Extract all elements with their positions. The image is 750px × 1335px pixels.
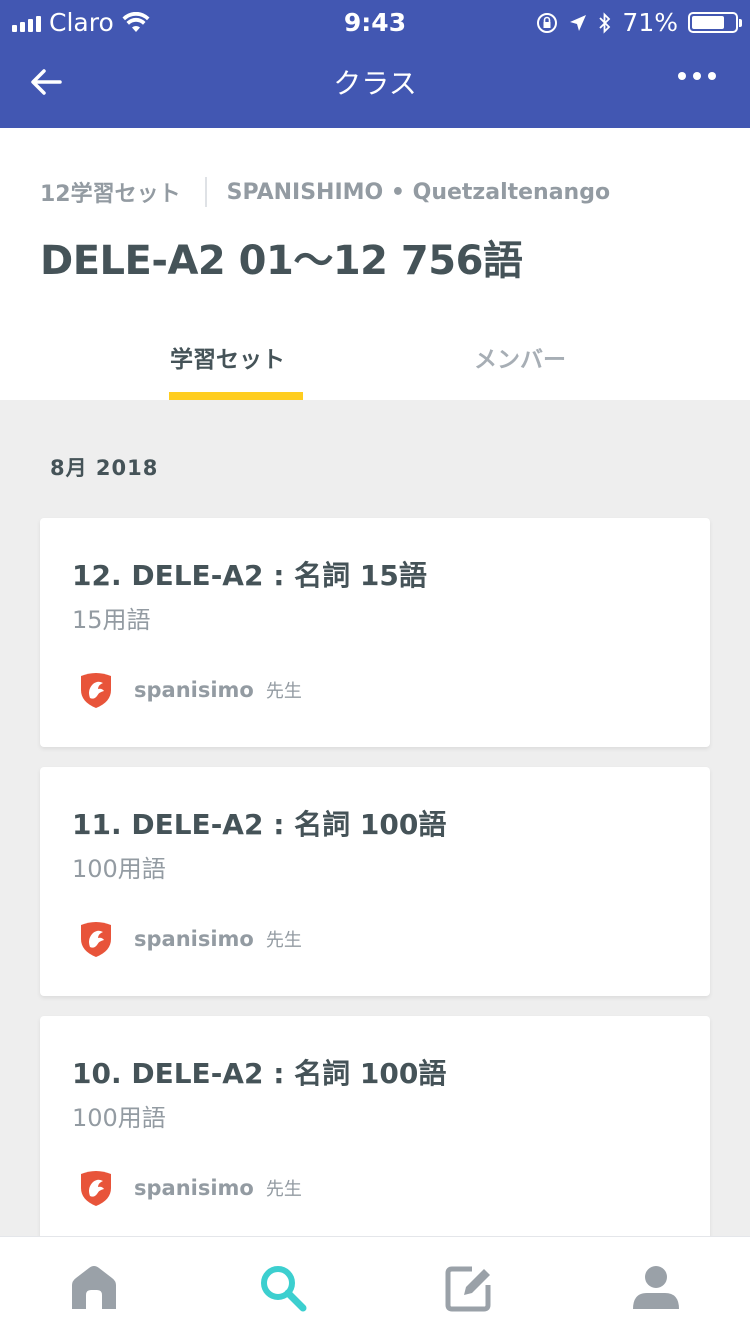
study-set-card[interactable]: 11. DELE-A2 : 名詞 100語 100用語 spanisimo 先生 <box>40 767 710 996</box>
author-avatar-icon <box>81 922 111 957</box>
set-title: 11. DELE-A2 : 名詞 100語 <box>72 808 447 841</box>
meta-divider <box>204 177 207 207</box>
set-title: 10. DELE-A2 : 名詞 100語 <box>72 1057 447 1090</box>
set-term-count: 100用語 <box>72 855 166 883</box>
status-bar: Claro 9:43 71% <box>0 0 750 42</box>
more-options-icon[interactable] <box>678 72 716 80</box>
section-month: 8月 2018 <box>50 456 159 480</box>
bottom-tab-bar <box>0 1236 750 1335</box>
school-link[interactable]: SPANISHIMO • Quetzaltenango <box>227 180 610 205</box>
tab-study-sets[interactable]: 学習セット <box>170 340 285 374</box>
set-term-count: 100用語 <box>72 1104 166 1132</box>
home-icon[interactable] <box>67 1261 121 1315</box>
class-meta: 12学習セット SPANISHIMO • Quetzaltenango <box>40 176 610 208</box>
author-avatar-icon <box>81 1171 111 1206</box>
create-icon[interactable] <box>442 1261 496 1315</box>
class-title: DELE-A2 01〜12 756語 <box>40 238 523 284</box>
location-icon <box>570 14 587 31</box>
study-set-card[interactable]: 12. DELE-A2 : 名詞 15語 15用語 spanisimo 先生 <box>40 518 710 747</box>
set-author: spanisimo 先生 <box>76 1168 302 1208</box>
active-tab-indicator <box>169 392 303 400</box>
set-count: 12学習セット <box>40 182 181 207</box>
author-name: spanisimo <box>134 678 254 702</box>
set-author: spanisimo 先生 <box>76 670 302 710</box>
author-name: spanisimo <box>134 927 254 951</box>
app-header: Claro 9:43 71% クラス <box>0 0 750 128</box>
orientation-lock-icon <box>537 12 558 33</box>
nav-title: クラス <box>333 67 417 100</box>
battery-icon <box>688 12 742 33</box>
set-author: spanisimo 先生 <box>76 919 302 959</box>
author-role: 先生 <box>265 681 302 702</box>
bluetooth-icon <box>599 11 611 34</box>
class-header: 12学習セット SPANISHIMO • Quetzaltenango DELE… <box>0 128 750 400</box>
study-set-card[interactable]: 10. DELE-A2 : 名詞 100語 100用語 spanisimo 先生 <box>40 1016 710 1245</box>
author-role: 先生 <box>265 930 302 951</box>
author-role: 先生 <box>265 1179 302 1200</box>
battery-percent: 71% <box>622 8 678 37</box>
author-avatar-icon <box>81 673 111 708</box>
set-title: 12. DELE-A2 : 名詞 15語 <box>72 559 427 592</box>
profile-icon[interactable] <box>629 1261 683 1315</box>
search-icon[interactable] <box>256 1261 310 1315</box>
set-term-count: 15用語 <box>72 606 151 634</box>
tab-members[interactable]: メンバー <box>474 340 566 374</box>
author-name: spanisimo <box>134 1176 254 1200</box>
